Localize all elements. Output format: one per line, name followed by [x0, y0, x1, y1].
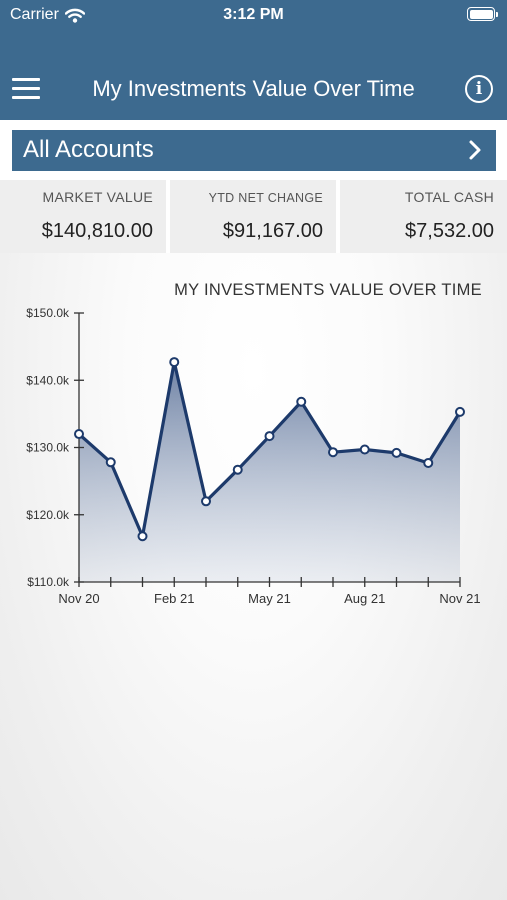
data-point[interactable]: [105, 457, 116, 468]
x-tick-label: Aug 21: [344, 591, 385, 606]
market-value-label: MARKET VALUE: [42, 189, 153, 205]
market-value: $140,810.00: [41, 220, 153, 242]
data-point[interactable]: [201, 496, 211, 507]
data-point[interactable]: [137, 531, 148, 542]
data-point[interactable]: [264, 431, 275, 442]
summary-cards: MARKET VALUE $140,810.00 YTD NET CHANGE …: [0, 180, 507, 253]
battery-icon: [467, 7, 498, 21]
x-tick-label: Feb 21: [154, 591, 194, 606]
total-cash-card: TOTAL CASH $7,532.00: [340, 180, 507, 253]
data-point[interactable]: [328, 447, 338, 458]
data-point[interactable]: [359, 444, 370, 455]
y-tick-label: $120.0k: [26, 508, 70, 522]
data-point[interactable]: [169, 357, 180, 368]
y-tick-label: $140.0k: [26, 373, 70, 387]
x-tick-label: May 21: [248, 591, 291, 606]
data-point[interactable]: [296, 396, 307, 407]
data-point[interactable]: [423, 457, 434, 468]
ytd-net-change-card: YTD NET CHANGE $91,167.00: [170, 180, 336, 253]
chart-panel: MY INVESTMENTS VALUE OVER TIME $110.0k $1…: [0, 253, 507, 900]
nav-bar: My Investments Value Over Time i: [0, 70, 507, 110]
x-tick-label: Nov 20: [58, 591, 99, 606]
page-title: My Investments Value Over Time: [92, 76, 415, 101]
x-tick-label: Nov 21: [439, 591, 480, 606]
status-time: 3:12 PM: [223, 6, 284, 23]
total-cash-label: TOTAL CASH: [404, 189, 494, 205]
chevron-right-icon: [469, 140, 481, 160]
y-tick-label: $130.0k: [26, 441, 70, 455]
all-accounts-selector[interactable]: All Accounts: [12, 130, 496, 171]
data-point[interactable]: [391, 447, 402, 458]
area-fill: [79, 362, 460, 582]
status-bar: Carrier 3:12 PM: [0, 0, 507, 32]
market-value-card: MARKET VALUE $140,810.00: [0, 180, 166, 253]
y-tick-label: $110.0k: [27, 575, 70, 589]
ytd-net-change-label: YTD NET CHANGE: [208, 191, 323, 205]
data-point[interactable]: [232, 464, 243, 475]
total-cash-value: $7,532.00: [405, 220, 494, 242]
y-tick-label: $150.0k: [26, 306, 70, 320]
hamburger-menu-icon[interactable]: [12, 78, 40, 100]
data-point[interactable]: [455, 406, 465, 417]
accounts-label: All Accounts: [23, 136, 154, 163]
app-header: Carrier 3:12 PM My Investments Value Ove…: [0, 0, 507, 120]
ytd-net-change-value: $91,167.00: [222, 220, 323, 242]
data-point[interactable]: [74, 429, 84, 440]
info-icon[interactable]: i: [465, 75, 493, 103]
investment-chart: $110.0k $120.0k $130.0k $140.0k $150.0k Nov 2…: [26, 306, 480, 606]
